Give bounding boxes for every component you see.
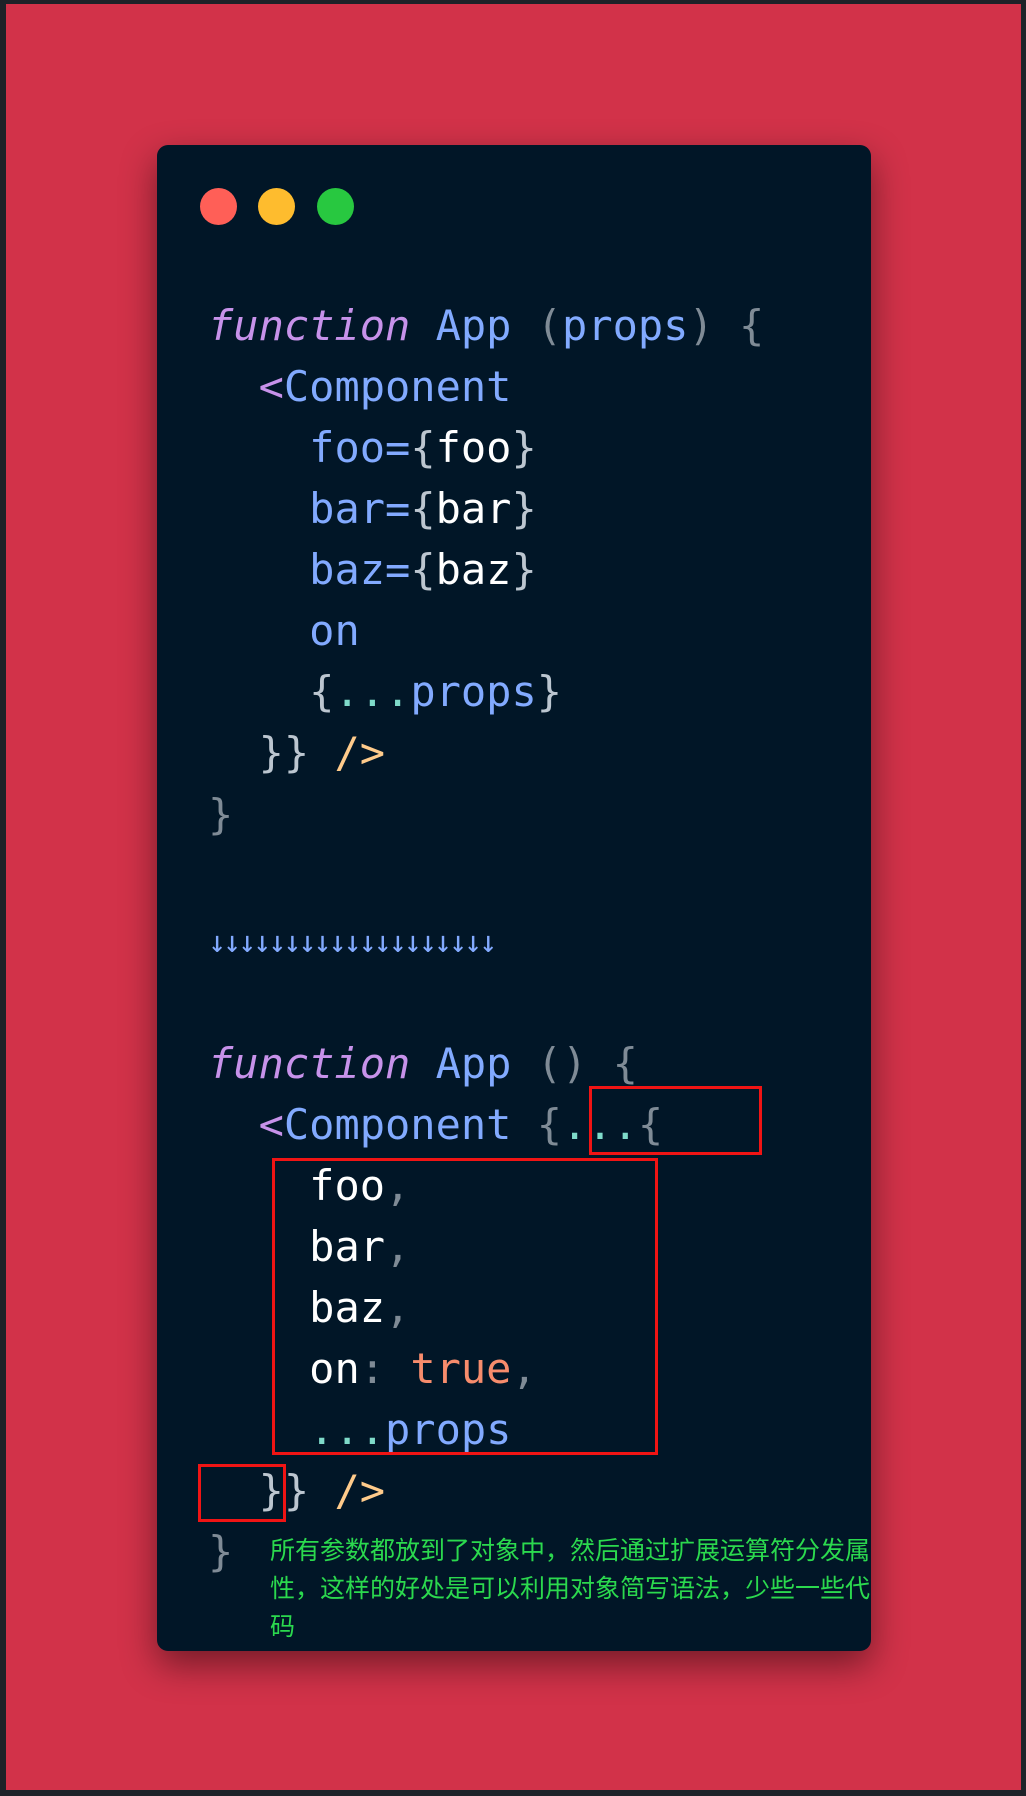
code-line: function App () { bbox=[208, 1033, 638, 1095]
brace: }} bbox=[258, 728, 335, 777]
code-line: on bbox=[208, 600, 360, 662]
attr: bar= bbox=[309, 484, 411, 533]
code-line: } bbox=[208, 1521, 233, 1583]
function-name: App bbox=[410, 1039, 537, 1088]
code-line: } bbox=[208, 784, 233, 846]
brace: } bbox=[511, 484, 537, 533]
component-name: Component bbox=[283, 362, 512, 411]
brace: } bbox=[208, 790, 234, 839]
paren: ( bbox=[536, 301, 563, 350]
value: foo bbox=[435, 423, 512, 472]
annotation-note: 所有参数都放到了对象中，然后通过扩展运算符分发属性，这样的好处是可以利用对象简写… bbox=[270, 1536, 871, 1641]
code-line: {...props} bbox=[208, 661, 562, 723]
highlight-box-object bbox=[272, 1158, 658, 1455]
highlight-box-spread bbox=[589, 1086, 762, 1155]
brace: { bbox=[309, 667, 335, 716]
brace: { bbox=[410, 423, 436, 472]
keyword: function bbox=[208, 301, 411, 350]
spread-operator: ... bbox=[334, 667, 411, 716]
code-line: }} /> bbox=[208, 722, 385, 784]
code-line: bar={bar} bbox=[208, 478, 537, 540]
attr: baz= bbox=[309, 545, 411, 594]
code-line: function App (props) { bbox=[208, 295, 764, 357]
param: props bbox=[562, 301, 689, 350]
maximize-dot-icon[interactable] bbox=[317, 188, 354, 225]
component-name: Component bbox=[283, 1100, 512, 1149]
tag-close: /> bbox=[334, 728, 386, 777]
attr: foo= bbox=[309, 423, 411, 472]
code-line: baz={baz} bbox=[208, 539, 537, 601]
tag-open: < bbox=[258, 1100, 284, 1149]
code-line: foo={foo} bbox=[208, 417, 537, 479]
brace: } bbox=[536, 667, 563, 716]
paren: ) { bbox=[688, 301, 765, 350]
value: props bbox=[410, 667, 537, 716]
highlight-box-close bbox=[198, 1464, 286, 1522]
brace: } bbox=[511, 545, 537, 594]
brace: } bbox=[208, 1527, 234, 1576]
keyword: function bbox=[208, 1039, 411, 1088]
function-name: App bbox=[410, 301, 537, 350]
brace: } bbox=[511, 423, 537, 472]
tag-open: < bbox=[258, 362, 284, 411]
value: baz bbox=[435, 545, 512, 594]
close-dot-icon[interactable] bbox=[200, 188, 237, 225]
minimize-dot-icon[interactable] bbox=[258, 188, 295, 225]
down-arrows: ↓↓↓↓↓↓↓↓↓↓↓↓↓↓↓↓↓↓↓ bbox=[208, 925, 497, 960]
brace: { bbox=[410, 484, 436, 533]
attr: on bbox=[309, 606, 360, 655]
value: bar bbox=[435, 484, 512, 533]
tag-close: /> bbox=[334, 1466, 386, 1515]
brace: { bbox=[410, 545, 436, 594]
code-line: <Component bbox=[208, 356, 512, 418]
brace: { bbox=[511, 1100, 563, 1149]
paren: () { bbox=[536, 1039, 638, 1088]
